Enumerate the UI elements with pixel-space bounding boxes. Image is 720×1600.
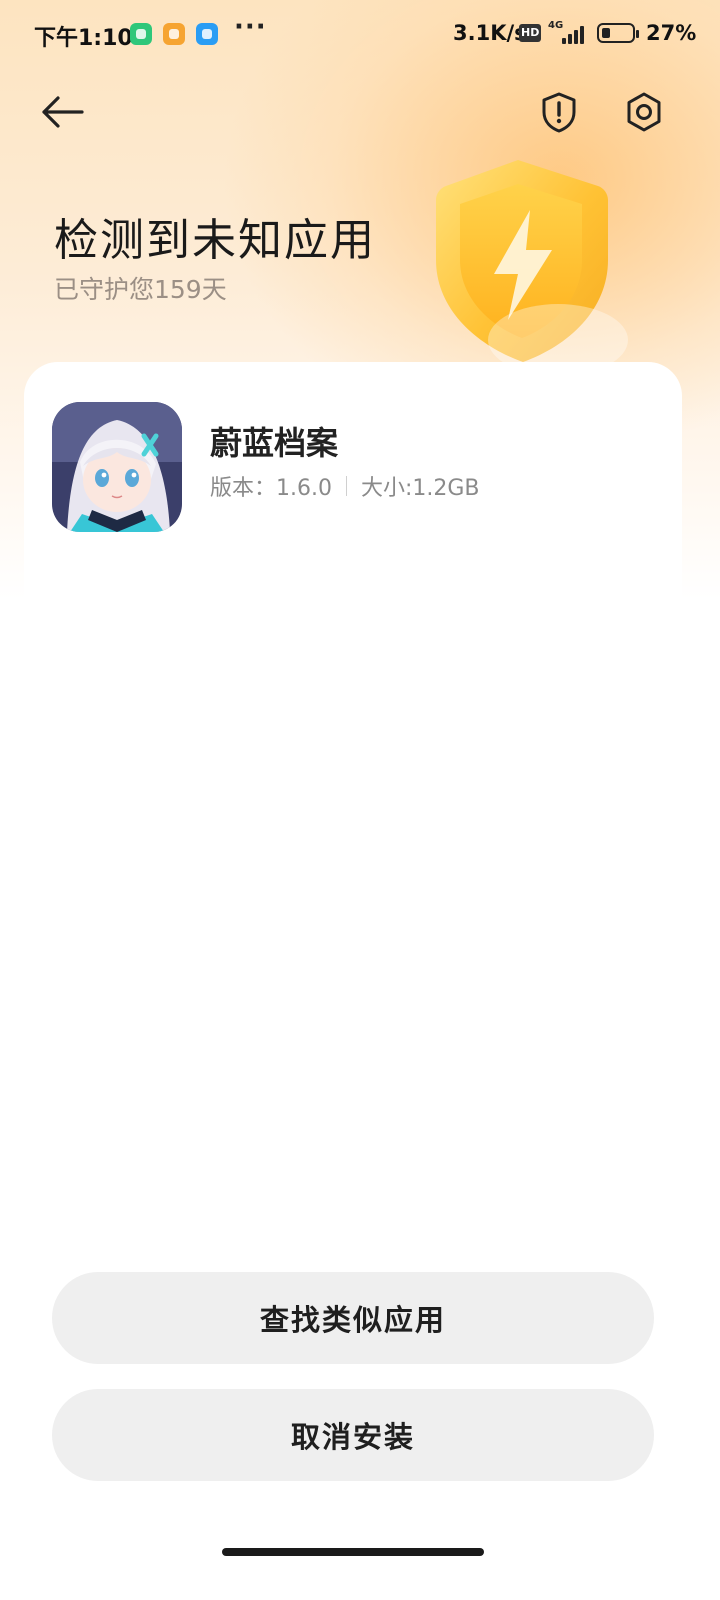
arrow-left-icon bbox=[42, 96, 84, 128]
shield-alert-icon bbox=[542, 92, 576, 133]
status-time: 下午1:10 bbox=[34, 26, 133, 51]
back-button[interactable] bbox=[34, 84, 90, 140]
app-version: 版本：1.6.0 bbox=[210, 476, 332, 501]
network-type-label: 4G bbox=[548, 20, 564, 31]
home-indicator[interactable] bbox=[222, 1548, 484, 1556]
meta-divider bbox=[345, 476, 347, 496]
security-app-notification-icon bbox=[130, 23, 152, 45]
chat-app-notification-icon bbox=[196, 23, 218, 45]
battery-percent: 27% bbox=[646, 21, 697, 45]
cellular-signal-icon: 4G bbox=[548, 20, 586, 46]
app-meta: 版本：1.6.0 大小:1.2GB bbox=[210, 470, 480, 502]
app-name: 蔚蓝档案 bbox=[210, 424, 339, 462]
more-notifications-icon: ··· bbox=[234, 12, 267, 42]
battery-icon bbox=[597, 23, 639, 43]
cancel-install-button[interactable]: 取消安装 bbox=[52, 1389, 654, 1481]
protection-days-text: 已守护您159天 bbox=[54, 275, 227, 304]
hd-voice-icon: HD bbox=[519, 24, 542, 42]
gallery-app-notification-icon bbox=[163, 23, 185, 45]
page-title: 检测到未知应用 bbox=[54, 215, 376, 266]
app-size: 大小:1.2GB bbox=[360, 476, 480, 501]
lightning-shield-illustration bbox=[436, 160, 628, 370]
settings-button[interactable] bbox=[616, 84, 672, 140]
app-icon bbox=[52, 402, 182, 532]
status-bar: 下午1:10 ··· 3.1K/s HD 4G 27% bbox=[0, 0, 720, 68]
report-button[interactable] bbox=[531, 84, 587, 140]
find-similar-apps-button[interactable]: 查找类似应用 bbox=[52, 1272, 654, 1364]
network-speed: 3.1K/s bbox=[453, 21, 527, 45]
gear-icon bbox=[627, 92, 661, 132]
